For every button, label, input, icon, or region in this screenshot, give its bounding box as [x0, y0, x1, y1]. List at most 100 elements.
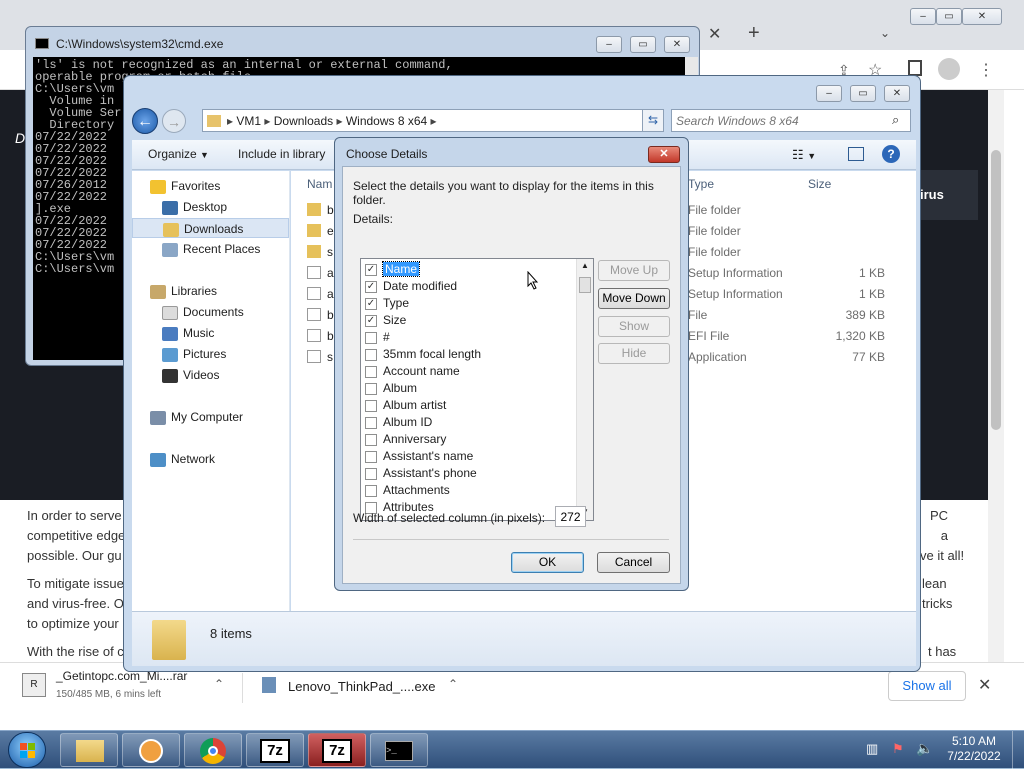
hide-button[interactable]: Hide: [598, 343, 670, 364]
choose-details-dialog[interactable]: Choose Details ✕ Select the details you …: [334, 137, 689, 591]
nav-music[interactable]: Music: [162, 323, 214, 343]
taskbar-explorer-button[interactable]: [60, 733, 118, 767]
checkbox-unchecked[interactable]: [365, 484, 377, 497]
menu-kebab-icon[interactable]: ⋮: [978, 60, 994, 80]
nav-documents[interactable]: Documents: [162, 302, 244, 322]
clock[interactable]: 5:10 AM 7/22/2022: [944, 734, 1004, 764]
back-button[interactable]: ←: [132, 108, 158, 134]
close-icon[interactable]: ✕: [664, 36, 690, 53]
scroll-up-icon[interactable]: ▲: [581, 261, 589, 270]
list-scrollbar[interactable]: ▲ ▼: [576, 259, 593, 520]
checkbox-unchecked[interactable]: [365, 467, 377, 480]
ok-button[interactable]: OK: [511, 552, 584, 573]
nav-downloads[interactable]: Downloads: [132, 218, 289, 238]
taskbar-media-player-button[interactable]: [122, 733, 180, 767]
checkbox-unchecked[interactable]: [365, 365, 377, 378]
help-icon[interactable]: ?: [882, 145, 900, 163]
side-panel-icon[interactable]: [908, 60, 922, 76]
nav-favorites[interactable]: Favorites: [150, 176, 220, 196]
detail-item[interactable]: Album: [365, 380, 417, 397]
maximize-icon[interactable]: ▭: [630, 36, 656, 53]
detail-item[interactable]: Album artist: [365, 397, 446, 414]
column-header-type[interactable]: Type: [688, 177, 714, 191]
details-list[interactable]: ✓ Name ✓ Date modified ✓ Type ✓ Size #35mm focal…: [360, 258, 594, 521]
checkbox-checked[interactable]: ✓: [365, 314, 377, 327]
organize-button[interactable]: Organize ▼: [148, 147, 209, 161]
maximize-icon[interactable]: ▭: [936, 8, 962, 25]
checkbox-unchecked[interactable]: [365, 433, 377, 446]
download-item-name[interactable]: Lenovo_ThinkPad_....exe: [288, 679, 435, 694]
column-header-size[interactable]: Size: [808, 177, 831, 191]
detail-item[interactable]: Assistant's name: [365, 448, 473, 465]
minimize-icon[interactable]: –: [596, 36, 622, 53]
move-down-button[interactable]: Move Down: [598, 288, 670, 309]
detail-item[interactable]: ✓ Type: [365, 295, 409, 312]
tab-search-icon[interactable]: ⌄: [880, 26, 890, 40]
scrollbar-thumb[interactable]: [991, 150, 1001, 430]
detail-item[interactable]: ✓ Name: [365, 261, 421, 278]
taskbar-7zip-active-button[interactable]: 7z: [308, 733, 366, 767]
detail-item[interactable]: Anniversary: [365, 431, 446, 448]
detail-item[interactable]: Account name: [365, 363, 460, 380]
detail-item[interactable]: 35mm focal length: [365, 346, 481, 363]
nav-videos[interactable]: Videos: [162, 365, 219, 385]
nav-libraries[interactable]: Libraries: [150, 281, 217, 301]
column-header-name[interactable]: Nam: [307, 177, 332, 191]
chevron-up-icon[interactable]: ⌃: [448, 677, 458, 691]
show-button[interactable]: Show: [598, 316, 670, 337]
taskbar-7zip-button[interactable]: 7z: [246, 733, 304, 767]
nav-desktop[interactable]: Desktop: [162, 197, 227, 217]
checkbox-unchecked[interactable]: [365, 348, 377, 361]
preview-pane-icon[interactable]: [848, 147, 864, 161]
checkbox-checked[interactable]: ✓: [365, 297, 377, 310]
action-center-icon[interactable]: ⚑: [892, 741, 904, 757]
nav-my-computer[interactable]: My Computer: [150, 407, 243, 427]
chevron-up-icon[interactable]: ⌃: [214, 677, 224, 691]
detail-item[interactable]: Album ID: [365, 414, 432, 431]
nav-network[interactable]: Network: [150, 449, 215, 469]
search-input[interactable]: [676, 112, 886, 129]
view-options-icon[interactable]: ☷ ▼: [792, 147, 816, 163]
close-icon[interactable]: ✕: [884, 85, 910, 102]
taskbar-cmd-button[interactable]: >_: [370, 733, 428, 767]
show-all-button[interactable]: Show all: [888, 671, 966, 701]
checkbox-unchecked[interactable]: [365, 399, 377, 412]
minimize-icon[interactable]: –: [816, 85, 842, 102]
breadcrumb-downloads[interactable]: Downloads: [274, 114, 333, 128]
scrollbar-thumb[interactable]: [579, 277, 591, 293]
include-in-library-button[interactable]: Include in library: [238, 147, 325, 161]
breadcrumb-windows8[interactable]: Windows 8 x64: [346, 114, 427, 128]
cancel-button[interactable]: Cancel: [597, 552, 670, 573]
close-download-bar-icon[interactable]: ✕: [978, 675, 991, 695]
breadcrumb-vm1[interactable]: VM1: [236, 114, 261, 128]
nav-pictures[interactable]: Pictures: [162, 344, 226, 364]
detail-item[interactable]: ✓ Date modified: [365, 278, 457, 295]
minimize-icon[interactable]: –: [910, 8, 936, 25]
detail-item[interactable]: Assistant's phone: [365, 465, 477, 482]
refresh-icon[interactable]: ⇆: [642, 109, 664, 132]
nav-recent-places[interactable]: Recent Places: [162, 239, 260, 259]
show-desktop-button[interactable]: [1012, 731, 1024, 769]
start-button[interactable]: [8, 732, 46, 768]
volume-icon[interactable]: 🔈: [916, 740, 933, 757]
detail-item[interactable]: ✓ Size: [365, 312, 406, 329]
taskbar-chrome-button[interactable]: [184, 733, 242, 767]
detail-item[interactable]: #: [365, 329, 390, 346]
new-tab-button[interactable]: +: [748, 22, 760, 45]
checkbox-unchecked[interactable]: [365, 450, 377, 463]
column-width-input[interactable]: [555, 506, 586, 527]
profile-avatar[interactable]: [938, 58, 960, 80]
checkbox-unchecked[interactable]: [365, 331, 377, 344]
page-scrollbar[interactable]: [988, 90, 1004, 662]
checkbox-unchecked[interactable]: [365, 416, 377, 429]
network-tray-icon[interactable]: ▥: [866, 741, 878, 757]
search-box[interactable]: ⌕: [671, 109, 911, 132]
maximize-icon[interactable]: ▭: [850, 85, 876, 102]
checkbox-checked[interactable]: ✓: [365, 280, 377, 293]
forward-button[interactable]: →: [162, 109, 186, 133]
move-up-button[interactable]: Move Up: [598, 260, 670, 281]
close-tab-icon[interactable]: ✕: [708, 24, 721, 44]
checkbox-checked[interactable]: ✓: [365, 263, 377, 276]
close-icon[interactable]: ✕: [962, 8, 1002, 25]
detail-item[interactable]: Attachments: [365, 482, 450, 499]
